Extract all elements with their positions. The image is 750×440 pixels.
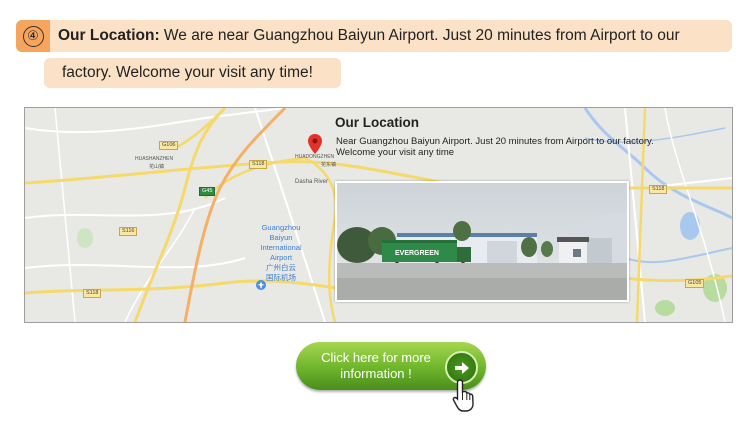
map-card-title: Our Location xyxy=(335,115,419,130)
location-pin-icon xyxy=(308,134,322,154)
road-shield-g105: G105 xyxy=(685,279,705,288)
road-shield-g45: G45 xyxy=(199,187,216,196)
road-shield-s118-east: S118 xyxy=(649,185,668,194)
place-huadongzhen-cn: 花东镇 xyxy=(321,162,337,168)
location-map[interactable]: G106 S118 S118 S118 S116 G45 G105 HUASHA… xyxy=(24,107,733,323)
step-number-badge: ④ xyxy=(16,20,50,52)
road-shield-s118: S118 xyxy=(249,160,268,169)
factory-photo: EVERGREEN xyxy=(335,181,629,302)
river-label: Dasha River xyxy=(295,179,329,185)
road-shield-s116: S116 xyxy=(119,227,138,236)
location-text-line2: factory. Welcome your visit any time! xyxy=(62,64,313,81)
airport-icon xyxy=(256,280,266,290)
container-label: EVERGREEN xyxy=(395,250,439,257)
road-shield-g106: G106 xyxy=(159,141,179,150)
more-info-button-label[interactable]: Click here for more information ! xyxy=(311,350,441,382)
step-number: ④ xyxy=(22,25,44,47)
factory-photo-illustration: EVERGREEN xyxy=(337,183,627,300)
place-huashanzhen: HUASHANZHEN xyxy=(135,156,174,162)
place-huashanzhen-cn: 花山镇 xyxy=(149,164,165,170)
location-text-line1: We are near Guangzhou Baiyun Airport. Ju… xyxy=(159,27,680,44)
location-heading-text: Our Location: We are near Guangzhou Baiy… xyxy=(58,27,680,45)
map-card-description: Near Guangzhou Baiyun Airport. Just 20 m… xyxy=(336,136,654,158)
location-label: Our Location: xyxy=(58,27,160,44)
place-huadongzhen: HUADONGZHEN xyxy=(295,154,335,160)
airport-label: Guangzhou Baiyun International Airport 广… xyxy=(260,223,302,282)
hand-cursor-icon xyxy=(452,379,474,412)
road-shield-s118-south: S118 xyxy=(83,289,102,298)
